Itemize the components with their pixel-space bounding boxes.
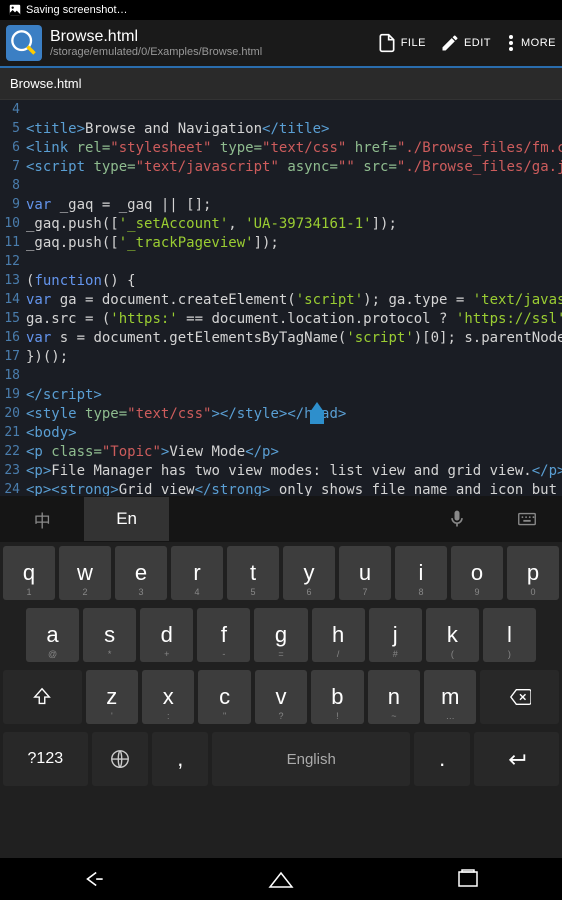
- code-line[interactable]: 18: [0, 366, 562, 385]
- key-e[interactable]: e3: [115, 546, 167, 600]
- code-line[interactable]: 20<style type="text/css"></style></head>: [0, 404, 562, 423]
- code-line[interactable]: 17 })();: [0, 347, 562, 366]
- period-key[interactable]: .: [414, 732, 470, 786]
- code-editor[interactable]: 45<title>Browse and Navigation</title>6<…: [0, 100, 562, 536]
- code-line[interactable]: 21<body>: [0, 423, 562, 442]
- tab-bar: Browse.html: [0, 68, 562, 100]
- code-line[interactable]: 16 var s = document.getElementsByTagName…: [0, 328, 562, 347]
- key-g[interactable]: g=: [254, 608, 307, 662]
- key-c[interactable]: c": [198, 670, 250, 724]
- key-n[interactable]: n~: [368, 670, 420, 724]
- comma-key[interactable]: ,: [152, 732, 208, 786]
- file-button[interactable]: FILE: [377, 33, 426, 53]
- key-d[interactable]: d+: [140, 608, 193, 662]
- tab-active[interactable]: Browse.html: [10, 76, 82, 91]
- mic-button[interactable]: [422, 509, 492, 529]
- keyboard-settings-button[interactable]: [492, 508, 562, 530]
- lang-chinese[interactable]: 中: [0, 495, 84, 544]
- key-r[interactable]: r4: [171, 546, 223, 600]
- status-bar: Saving screenshot…: [0, 0, 562, 20]
- key-i[interactable]: i8: [395, 546, 447, 600]
- key-z[interactable]: z': [86, 670, 138, 724]
- key-y[interactable]: y6: [283, 546, 335, 600]
- code-line[interactable]: 10 _gaq.push(['_setAccount', 'UA-3973416…: [0, 214, 562, 233]
- file-path: /storage/emulated/0/Examples/Browse.html: [50, 46, 377, 58]
- home-button[interactable]: [246, 864, 316, 894]
- keyboard: 中 En q1w2e3r4t5y6u7i8o9p0 a@s*d+f-g=h/j#…: [0, 496, 562, 858]
- status-text: Saving screenshot…: [26, 4, 128, 16]
- key-l[interactable]: l): [483, 608, 536, 662]
- key-v[interactable]: v?: [255, 670, 307, 724]
- shift-key[interactable]: [3, 670, 82, 724]
- more-button[interactable]: MORE: [505, 35, 556, 51]
- code-line[interactable]: 14 var ga = document.createElement('scri…: [0, 290, 562, 309]
- code-line[interactable]: 9 var _gaq = _gaq || [];: [0, 195, 562, 214]
- key-p[interactable]: p0: [507, 546, 559, 600]
- space-key[interactable]: English: [212, 732, 409, 786]
- code-line[interactable]: 12: [0, 252, 562, 271]
- text-cursor-handle[interactable]: [306, 404, 328, 426]
- toolbar-title-group: Browse.html /storage/emulated/0/Examples…: [50, 28, 377, 58]
- enter-key[interactable]: [474, 732, 559, 786]
- key-j[interactable]: j#: [369, 608, 422, 662]
- key-f[interactable]: f-: [197, 608, 250, 662]
- key-s[interactable]: s*: [83, 608, 136, 662]
- file-title: Browse.html: [50, 28, 377, 46]
- code-line[interactable]: 13 (function() {: [0, 271, 562, 290]
- backspace-key[interactable]: [480, 670, 559, 724]
- key-o[interactable]: o9: [451, 546, 503, 600]
- lang-english[interactable]: En: [84, 497, 168, 541]
- back-button[interactable]: [59, 864, 129, 894]
- edit-button[interactable]: EDIT: [440, 33, 491, 53]
- key-w[interactable]: w2: [59, 546, 111, 600]
- symbols-key[interactable]: ?123: [3, 732, 88, 786]
- code-line[interactable]: 5<title>Browse and Navigation</title>: [0, 119, 562, 138]
- key-q[interactable]: q1: [3, 546, 55, 600]
- key-k[interactable]: k(: [426, 608, 479, 662]
- more-dots-icon: [505, 35, 517, 51]
- code-line[interactable]: 23<p>File Manager has two view modes: li…: [0, 461, 562, 480]
- key-x[interactable]: x:: [142, 670, 194, 724]
- key-u[interactable]: u7: [339, 546, 391, 600]
- key-t[interactable]: t5: [227, 546, 279, 600]
- code-line[interactable]: 22<p class="Topic">View Mode</p>: [0, 442, 562, 461]
- code-line[interactable]: 15 ga.src = ('https:' == document.locati…: [0, 309, 562, 328]
- key-a[interactable]: a@: [26, 608, 79, 662]
- key-b[interactable]: b!: [311, 670, 363, 724]
- code-line[interactable]: 11 _gaq.push(['_trackPageview']);: [0, 233, 562, 252]
- image-icon: [8, 3, 22, 17]
- code-line[interactable]: 4: [0, 100, 562, 119]
- recent-button[interactable]: [433, 864, 503, 894]
- app-icon[interactable]: [6, 25, 42, 61]
- code-line[interactable]: 6<link rel="stylesheet" type="text/css" …: [0, 138, 562, 157]
- code-line[interactable]: 8: [0, 176, 562, 195]
- globe-key[interactable]: [92, 732, 148, 786]
- code-line[interactable]: 7<script type="text/javascript" async=""…: [0, 157, 562, 176]
- key-m[interactable]: m…: [424, 670, 476, 724]
- key-h[interactable]: h/: [312, 608, 365, 662]
- toolbar: Browse.html /storage/emulated/0/Examples…: [0, 20, 562, 68]
- nav-bar: [0, 858, 562, 900]
- code-line[interactable]: 19</script>: [0, 385, 562, 404]
